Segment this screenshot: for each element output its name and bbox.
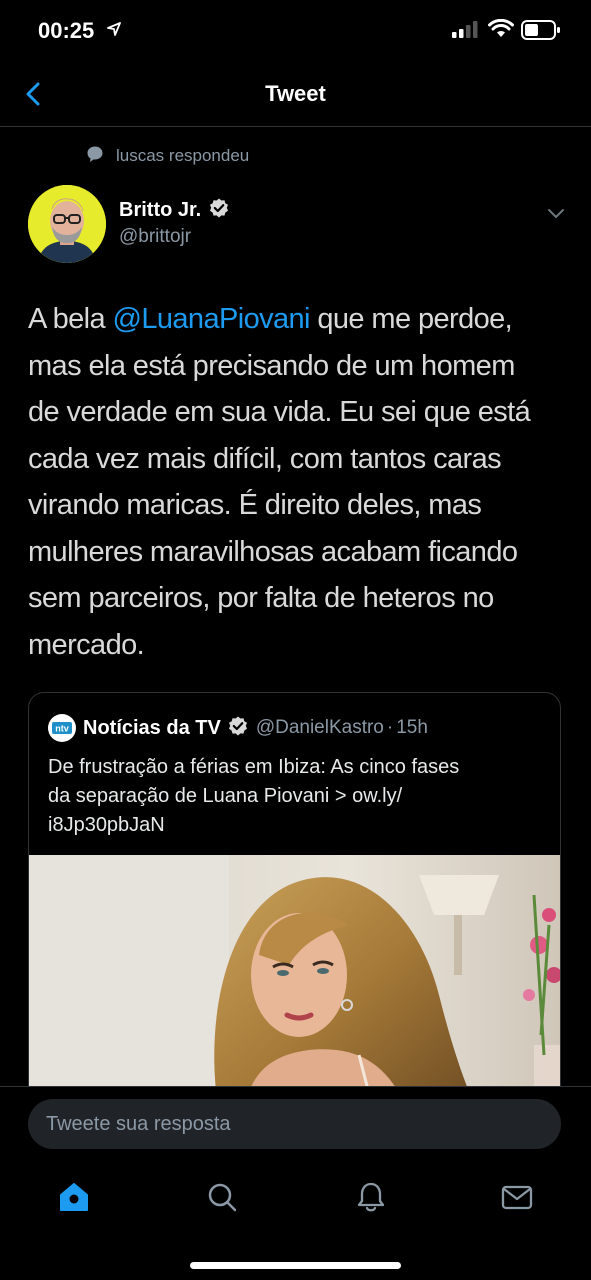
ntv-logo-icon: ntv (48, 714, 76, 742)
tweet-text-line: de verdade em sua vida. Eu sei que está (28, 396, 531, 428)
quoted-text-line: da separação de Luana Piovani > ow.ly/ (48, 785, 403, 807)
battery-icon (521, 20, 561, 45)
tab-search[interactable] (205, 1180, 239, 1214)
reply-composer (0, 1086, 591, 1163)
home-indicator (190, 1262, 401, 1269)
quoted-text-line: i8Jp30pbJaN (48, 814, 165, 836)
author-name[interactable]: Britto Jr. (119, 198, 229, 223)
author-handle[interactable]: @brittojr (119, 226, 191, 248)
quoted-author-handle: @DanielKastro (255, 717, 384, 738)
verified-icon (228, 716, 248, 741)
notifications-icon (357, 1182, 385, 1212)
reply-input[interactable] (28, 1099, 561, 1149)
tweet-text-line: mas ela está precisando de um homem (28, 349, 515, 382)
ntv-logo-text: ntv (55, 724, 69, 734)
reply-context: luscas respondeu (86, 145, 249, 167)
tweet-text-line: mercado. (28, 628, 145, 661)
location-arrow-icon (107, 22, 121, 41)
wifi-icon (488, 18, 514, 44)
messages-icon (501, 1185, 533, 1210)
tweet-options-button[interactable] (543, 200, 569, 226)
tweet-text-segment: A bela (28, 303, 113, 335)
mention-link[interactable]: @LuanaPiovani (113, 303, 311, 335)
quoted-author-name: Notícias da TV (83, 716, 221, 739)
tab-notifications[interactable] (354, 1180, 388, 1214)
reply-context-text: luscas respondeu (116, 146, 250, 165)
nav-bar: Tweet (0, 64, 591, 127)
chevron-down-icon (548, 209, 564, 218)
tweet-text-segment: que me perdoe, (309, 303, 513, 335)
separator-dot: · (386, 717, 394, 738)
quoted-tweet-header: ntv Notícias da TV @DanielKastro · 15h (48, 714, 428, 742)
status-time: 00:25 (38, 18, 95, 43)
search-icon (208, 1183, 237, 1212)
speech-bubble-icon (86, 145, 104, 168)
home-icon (60, 1183, 88, 1211)
tab-messages[interactable] (500, 1180, 534, 1214)
signal-icon (452, 20, 480, 43)
quoted-tweet-card[interactable]: ntv Notícias da TV @DanielKastro · 15h D… (28, 692, 561, 1112)
status-bar: 00:25 (0, 0, 591, 64)
tab-home[interactable] (57, 1180, 91, 1214)
quoted-tweet-time: 15h (396, 717, 428, 738)
tweet-text-line: sem parceiros, por falta de heteros no (28, 582, 494, 614)
tweet-text-line: mulheres maravilhosas acabam ficando (28, 535, 518, 568)
tweet-text-line: virando maricas. É direito deles, mas (28, 489, 482, 521)
page-title: Tweet (265, 81, 326, 106)
author-name-text: Britto Jr. (119, 199, 202, 221)
avatar[interactable] (28, 185, 106, 263)
verified-icon (209, 198, 229, 223)
tweet-text: A bela @LuanaPiovani que me perdoe, mas … (28, 296, 568, 668)
quoted-tweet-text: De frustração a férias em Ibiza: As cinc… (48, 753, 548, 840)
quoted-tweet-image[interactable] (29, 855, 560, 1111)
quoted-text-line: De frustração a férias em Ibiza: As cinc… (48, 756, 460, 778)
tab-bar (0, 1162, 591, 1280)
tweet-text-line: cada vez mais difícil, com tantos caras (28, 442, 502, 475)
tweet-text-line: A bela @LuanaPiovani que me perdoe, (28, 296, 568, 343)
